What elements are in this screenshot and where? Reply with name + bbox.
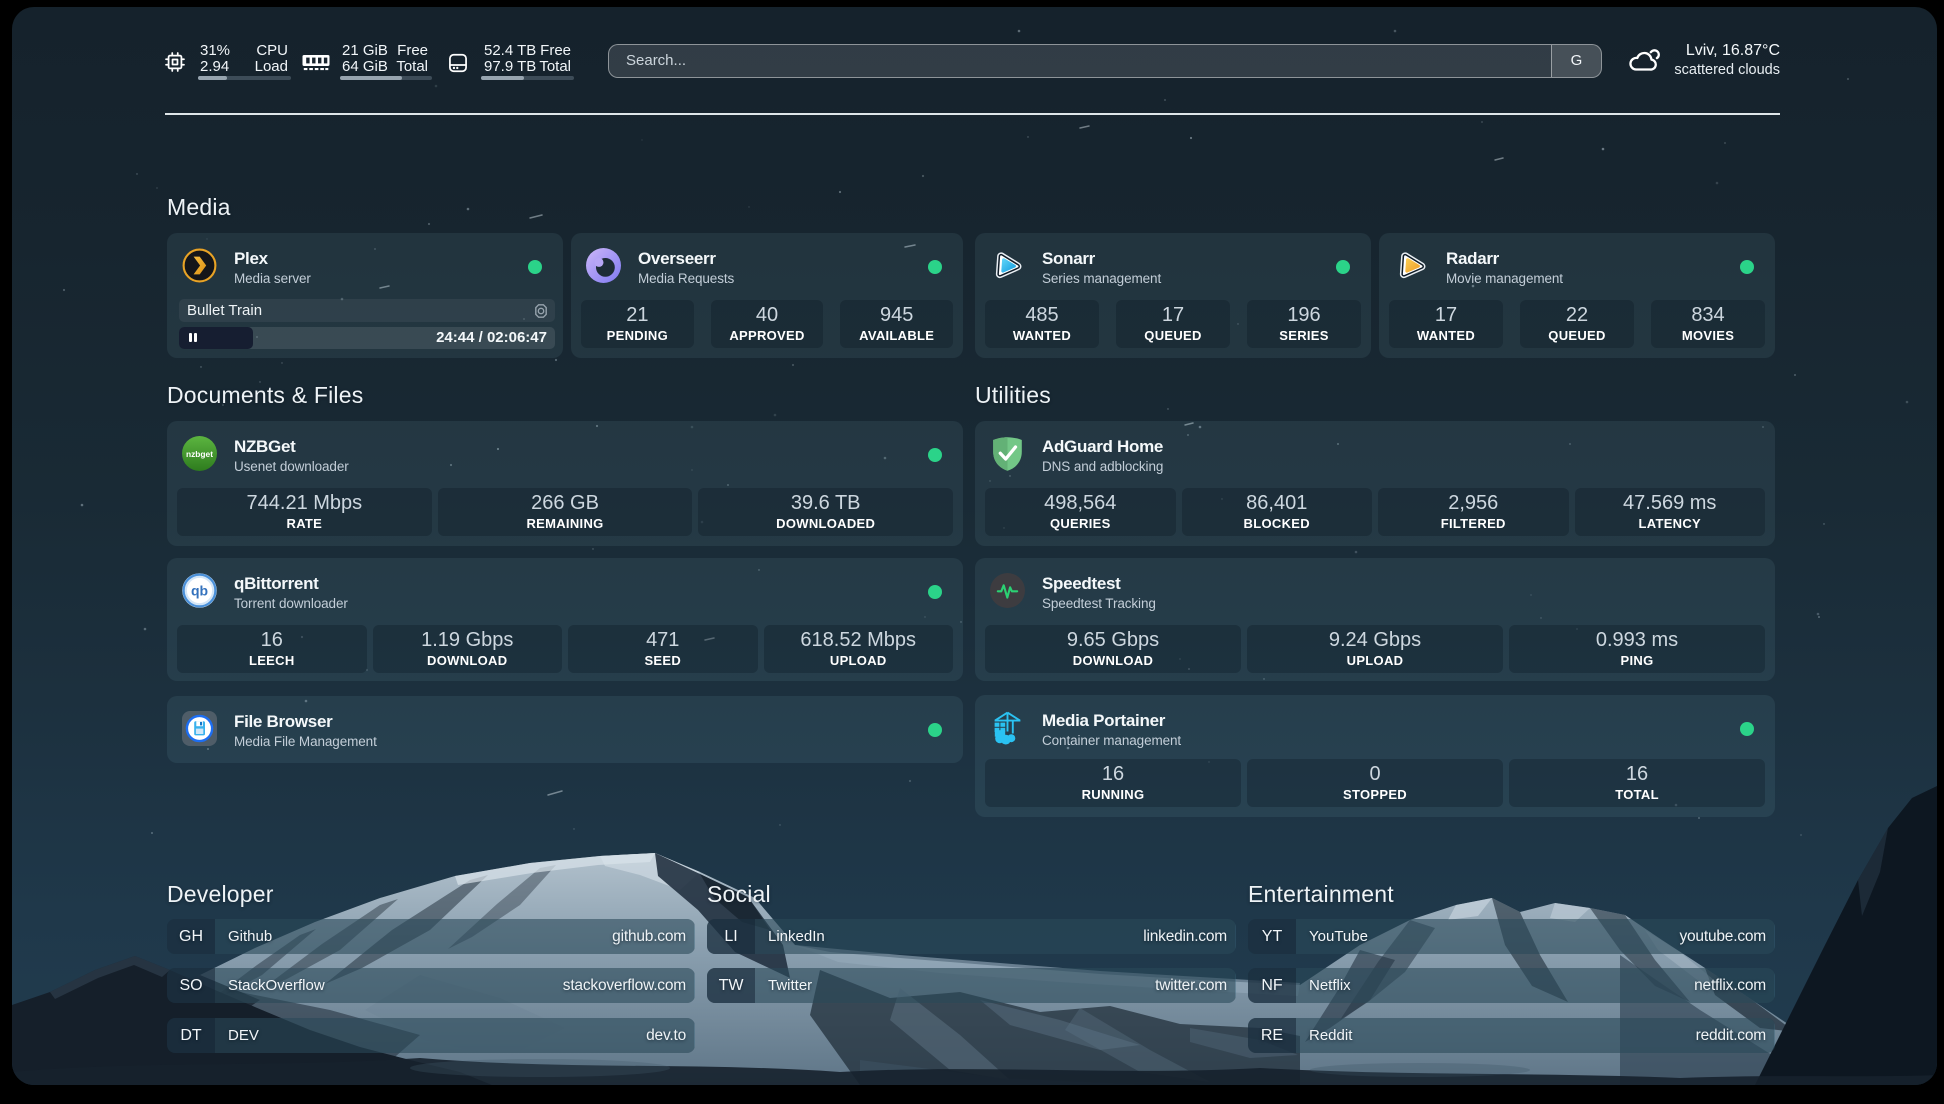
svg-text:nzbget: nzbget <box>186 449 213 459</box>
svg-text:qb: qb <box>191 583 208 599</box>
